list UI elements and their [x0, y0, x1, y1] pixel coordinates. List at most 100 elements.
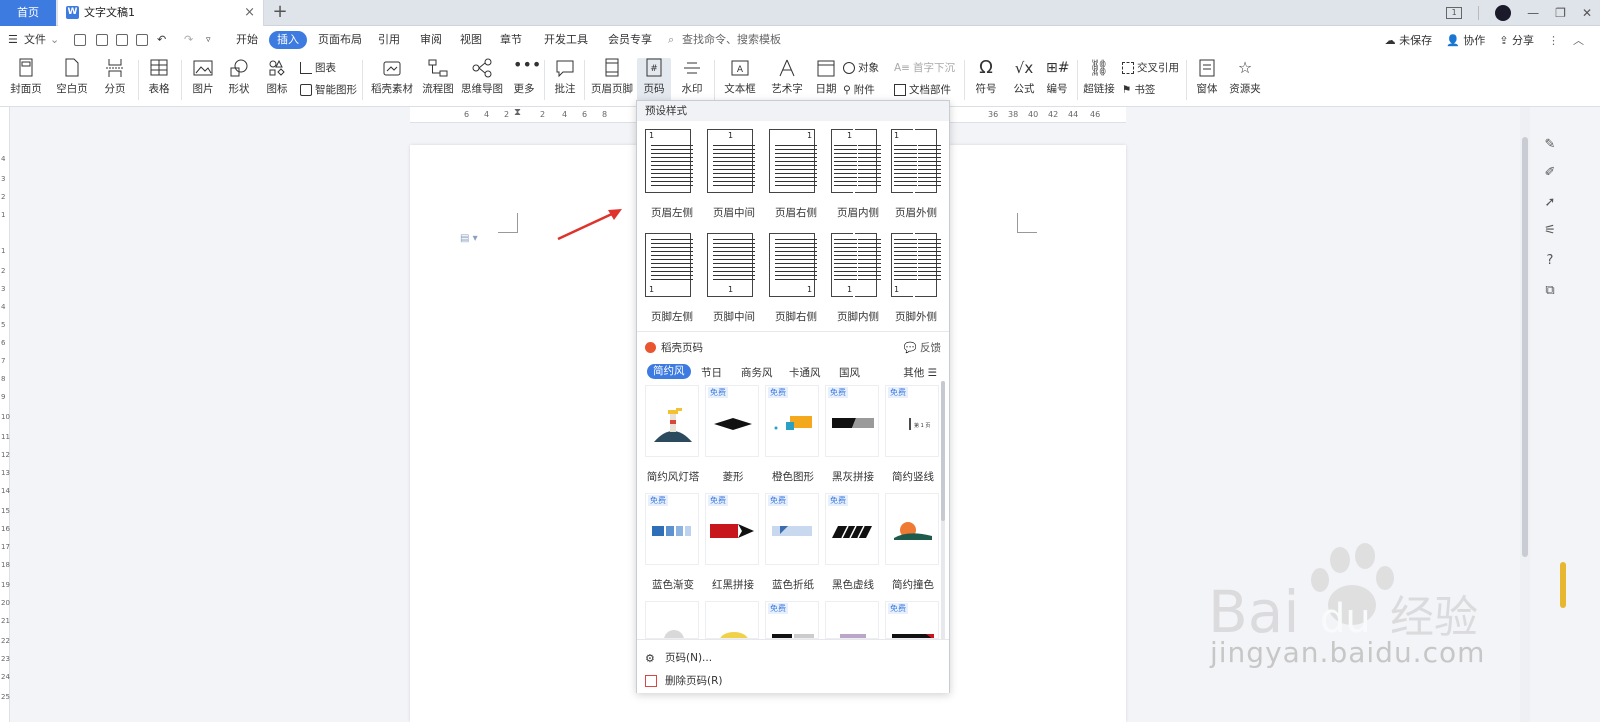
chart-button[interactable]: 图表 — [300, 60, 336, 75]
wordart-button[interactable]: 艺术字 — [766, 58, 808, 96]
table-button[interactable]: 表格 — [144, 58, 174, 96]
page-number-button[interactable]: # 页码 — [637, 58, 671, 104]
delete-page-number-item[interactable]: 删除页码(R) — [645, 673, 723, 688]
menu-chapter[interactable]: 章节 — [500, 26, 522, 54]
save-icon[interactable] — [74, 34, 86, 46]
hyperlink-button[interactable]: ⛓ 超链接 — [1083, 58, 1115, 96]
blank-page-button[interactable]: 空白页 — [52, 58, 92, 96]
share-button[interactable]: ⇪ 分享 — [1499, 32, 1534, 48]
preset-footer-center[interactable]: 1 — [707, 233, 761, 299]
shape-button[interactable]: 形状 — [224, 58, 254, 96]
picture-button[interactable]: 图片 — [188, 58, 218, 96]
mindmap-button[interactable]: 思维导图 — [460, 58, 504, 96]
preset-header-inside[interactable]: 1 — [831, 129, 885, 195]
numbering-button[interactable]: ⊞# 编号 — [1044, 58, 1070, 96]
template-row3-4[interactable] — [825, 601, 879, 639]
icon-button[interactable]: 图标 — [262, 58, 292, 96]
menu-references[interactable]: 引用 — [378, 26, 400, 54]
preset-footer-left[interactable]: 1 — [645, 233, 699, 299]
preset-header-outside[interactable]: 1 — [891, 129, 945, 195]
preset-footer-right[interactable]: 1 — [769, 233, 823, 299]
pen-icon[interactable]: ✐ — [1542, 165, 1558, 181]
object-button[interactable]: 对象 — [843, 60, 879, 75]
redo-icon[interactable]: ↷ — [184, 26, 193, 54]
template-color-clash[interactable] — [885, 493, 939, 565]
template-black-dashed[interactable]: 免费 — [825, 493, 879, 565]
filter-tab-chinese[interactable]: 国风 — [839, 365, 860, 380]
resources-button[interactable]: ☆ 资源夹 — [1228, 58, 1262, 96]
unsaved-status[interactable]: ☁ 未保存 — [1385, 32, 1433, 48]
customize-quickbar-icon[interactable]: ▿ — [206, 26, 211, 54]
template-lighthouse[interactable] — [645, 385, 699, 457]
undo-icon[interactable]: ↶ — [157, 26, 166, 54]
symbol-button[interactable]: Ω 符号 — [970, 58, 1002, 96]
cursor-icon[interactable]: ➚ — [1542, 195, 1558, 211]
restore-icon[interactable]: ❐ — [1555, 6, 1566, 20]
export-pdf-icon[interactable] — [96, 34, 108, 46]
template-vertical-line[interactable]: 免费 第 1 页 — [885, 385, 939, 457]
indent-marker-icon[interactable]: ⧗ — [514, 107, 521, 118]
print-preview-icon[interactable] — [136, 34, 148, 46]
more-button[interactable]: ••• 更多 — [508, 57, 541, 96]
template-row3-3[interactable]: 免费 — [765, 601, 819, 639]
new-tab-button[interactable]: + — [270, 0, 290, 24]
preset-header-left[interactable]: 1 — [645, 129, 699, 195]
menu-page-layout[interactable]: 页面布局 — [318, 26, 362, 54]
scrollbar-thumb[interactable] — [1522, 137, 1528, 557]
minimize-icon[interactable]: — — [1527, 6, 1539, 20]
print-icon[interactable] — [116, 34, 128, 46]
menu-member[interactable]: 会员专享 — [608, 26, 652, 54]
preset-header-right[interactable]: 1 — [769, 129, 823, 195]
scrollbar-thumb[interactable] — [941, 381, 945, 521]
more-options-icon[interactable]: ⋮ — [1548, 34, 1559, 47]
adjust-icon[interactable]: ⚟ — [1542, 223, 1558, 239]
menu-review[interactable]: 审阅 — [420, 26, 442, 54]
filter-tab-simple[interactable]: 简约风 — [647, 364, 691, 379]
menu-developer[interactable]: 开发工具 — [544, 26, 588, 54]
filter-tab-cartoon[interactable]: 卡通风 — [789, 365, 821, 380]
filter-more-button[interactable]: 其他 ☰ — [903, 365, 937, 380]
form-button[interactable]: 窗体 — [1192, 58, 1222, 96]
preset-footer-outside[interactable]: 1 — [891, 233, 945, 299]
tab-close-icon[interactable]: × — [244, 0, 255, 26]
template-row3-1[interactable] — [645, 601, 699, 639]
header-footer-button[interactable]: 页眉页脚 — [590, 58, 634, 96]
attachment-button[interactable]: ⚲ 附件 — [843, 82, 875, 97]
smartart-button[interactable]: 智能图形 — [300, 82, 357, 97]
menu-home[interactable]: 开始 — [236, 26, 258, 54]
comment-button[interactable]: 批注 — [551, 58, 579, 96]
user-avatar[interactable] — [1495, 5, 1512, 21]
hamburger-icon[interactable]: ☰ — [8, 26, 18, 54]
template-blue-gradient[interactable]: 免费 — [645, 493, 699, 565]
help-icon[interactable]: ? — [1542, 253, 1558, 269]
vertical-ruler[interactable]: 4 3 2 1 1 2 3 4 5 6 7 8 9 10 11 12 13 14… — [0, 107, 10, 722]
close-window-icon[interactable]: ✕ — [1582, 6, 1592, 20]
collapse-ribbon-icon[interactable]: ︿ — [1573, 32, 1584, 48]
chevron-down-icon[interactable]: ⌄ — [50, 26, 59, 54]
docer-material-button[interactable]: 稻壳素材 — [370, 58, 414, 96]
crossref-button[interactable]: 交叉引用 — [1122, 60, 1179, 75]
menu-insert[interactable]: 插入 — [269, 31, 307, 49]
preset-footer-inside[interactable]: 1 — [831, 233, 885, 299]
page-number-settings-item[interactable]: ⚙ 页码(N)... — [645, 650, 712, 665]
menu-file[interactable]: 文件 — [24, 26, 46, 54]
docparts-button[interactable]: 文档部件 — [894, 82, 951, 97]
vertical-scrollbar[interactable] — [1520, 107, 1530, 722]
filter-tab-business[interactable]: 商务风 — [741, 365, 773, 380]
template-blue-origami[interactable]: 免费 — [765, 493, 819, 565]
preset-header-center[interactable]: 1 — [707, 129, 761, 195]
collab-button[interactable]: 👤 协作 — [1446, 32, 1485, 48]
tab-home[interactable]: 首页 — [0, 0, 56, 26]
cover-page-button[interactable]: 封面页 — [6, 58, 46, 96]
backup-icon[interactable]: ⧉ — [1542, 283, 1558, 299]
template-diamond[interactable]: 免费 — [705, 385, 759, 457]
template-red-black[interactable]: 免费 — [705, 493, 759, 565]
paragraph-layout-icon[interactable]: ▤ ▾ — [460, 233, 478, 244]
watermark-button[interactable]: 水印 — [676, 58, 708, 96]
date-button[interactable]: 日期 — [814, 58, 838, 96]
template-row3-5[interactable]: 免费 — [885, 601, 939, 639]
command-search-input[interactable]: 查找命令、搜索模板 — [682, 26, 781, 54]
template-list-scrollbar[interactable] — [941, 381, 945, 641]
textbox-button[interactable]: A 文本框 — [720, 58, 760, 96]
window-mode-icon[interactable]: 1 — [1446, 7, 1463, 19]
